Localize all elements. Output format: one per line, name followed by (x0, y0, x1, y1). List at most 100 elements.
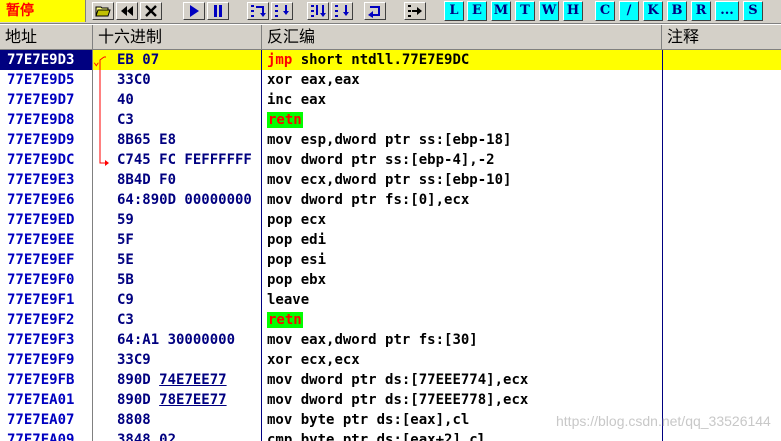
row-address[interactable]: 77E7E9EF (7, 250, 90, 270)
row-hex-bytes[interactable]: 5E (117, 250, 260, 270)
threads-window-button[interactable]: T (515, 1, 535, 21)
trace-into-button[interactable] (307, 2, 329, 20)
pause-button[interactable] (207, 2, 229, 20)
row-address[interactable]: 77E7E9ED (7, 210, 90, 230)
restart-button[interactable] (116, 2, 138, 20)
row-disassembly[interactable]: retn (267, 310, 662, 330)
row-comment[interactable] (667, 150, 777, 170)
row-address[interactable]: 77E7E9F0 (7, 270, 90, 290)
row-address[interactable]: 77E7E9D9 (7, 130, 90, 150)
row-hex-bytes[interactable]: 8B4D F0 (117, 170, 260, 190)
open-file-button[interactable] (92, 2, 114, 20)
row-address[interactable]: 77E7E9F3 (7, 330, 90, 350)
row-hex-bytes[interactable]: 64:890D 00000000 (117, 190, 260, 210)
disassembly-row[interactable]: 77E7EA09 3848 02 cmp byte ptr ds:[eax+2],c… (0, 430, 781, 441)
run-button[interactable] (183, 2, 205, 20)
row-disassembly[interactable]: pop esi (267, 250, 662, 270)
close-button[interactable] (140, 2, 162, 20)
row-disassembly[interactable]: mov dword ptr fs:[0],ecx (267, 190, 662, 210)
execute-till-return-button[interactable] (364, 2, 386, 20)
source-window-button[interactable]: S (743, 1, 763, 21)
row-disassembly[interactable]: mov esp,dword ptr ss:[ebp-18] (267, 130, 662, 150)
disassembly-row[interactable]: 77E7E9D8 C3 retn (0, 110, 781, 130)
row-comment[interactable] (667, 430, 777, 441)
disassembly-row[interactable]: 77E7E9DC C745 FC FEFFFFFF mov dword ptr ss… (0, 150, 781, 170)
disassembly-row[interactable]: 77E7E9ED 59 pop ecx (0, 210, 781, 230)
disassembly-row[interactable]: 77E7E9FB 890D 74E7EE77 mov dword ptr ds:[7… (0, 370, 781, 390)
row-address[interactable]: 77E7E9E3 (7, 170, 90, 190)
row-hex-bytes[interactable]: 33C9 (117, 350, 260, 370)
run-trace-window-button[interactable]: ... (715, 1, 739, 21)
disassembly-row[interactable]: 77E7E9D9 8B65 E8 mov esp,dword ptr ss:[ebp… (0, 130, 781, 150)
step-over-button[interactable] (271, 2, 293, 20)
disassembly-row[interactable]: 77E7E9F1 C9 leave (0, 290, 781, 310)
row-hex-bytes[interactable]: C3 (117, 110, 260, 130)
row-comment[interactable] (667, 290, 777, 310)
row-comment[interactable] (667, 130, 777, 150)
row-disassembly[interactable]: mov eax,dword ptr fs:[30] (267, 330, 662, 350)
disassembly-row[interactable]: 77E7E9EE 5F pop edi (0, 230, 781, 250)
row-comment[interactable] (667, 50, 777, 70)
row-disassembly[interactable]: leave (267, 290, 662, 310)
row-address[interactable]: 77E7E9D8 (7, 110, 90, 130)
row-address[interactable]: 77E7E9F9 (7, 350, 90, 370)
row-disassembly[interactable]: inc eax (267, 90, 662, 110)
cpu-window-button[interactable]: C (595, 1, 615, 21)
row-hex-bytes[interactable]: EB 07 (117, 50, 260, 70)
row-hex-bytes[interactable]: C745 FC FEFFFFFF (117, 150, 260, 170)
disassembly-row[interactable]: 77E7E9F3 64:A1 30000000 mov eax,dword ptr … (0, 330, 781, 350)
row-comment[interactable] (667, 250, 777, 270)
disassembly-row[interactable]: 77E7E9F0 5B pop ebx (0, 270, 781, 290)
row-disassembly[interactable]: mov dword ptr ds:[77EEE778],ecx (267, 390, 662, 410)
row-hex-bytes[interactable]: C9 (117, 290, 260, 310)
row-disassembly[interactable]: pop ecx (267, 210, 662, 230)
go-to-button[interactable] (404, 2, 426, 20)
row-comment[interactable] (667, 230, 777, 250)
row-hex-bytes[interactable]: C3 (117, 310, 260, 330)
row-disassembly[interactable]: retn (267, 110, 662, 130)
row-comment[interactable] (667, 110, 777, 130)
row-address[interactable]: 77E7E9F2 (7, 310, 90, 330)
row-comment[interactable] (667, 370, 777, 390)
row-disassembly[interactable]: mov dword ptr ss:[ebp-4],-2 (267, 150, 662, 170)
row-address[interactable]: 77E7E9EE (7, 230, 90, 250)
row-comment[interactable] (667, 70, 777, 90)
row-comment[interactable] (667, 270, 777, 290)
windows-window-button[interactable]: W (539, 1, 559, 21)
row-disassembly[interactable]: mov dword ptr ds:[77EEE774],ecx (267, 370, 662, 390)
modules-window-button[interactable]: E (467, 1, 487, 21)
disassembly-row[interactable]: 77E7E9F9 33C9 xor ecx,ecx (0, 350, 781, 370)
disassembly-row[interactable]: 77E7E9E6 64:890D 00000000 mov dword ptr fs… (0, 190, 781, 210)
row-comment[interactable] (667, 330, 777, 350)
references-window-button[interactable]: R (691, 1, 711, 21)
log-window-button[interactable]: L (444, 1, 464, 21)
disassembly-row[interactable]: 77E7E9F2 C3 retn (0, 310, 781, 330)
row-disassembly[interactable]: mov ecx,dword ptr ss:[ebp-10] (267, 170, 662, 190)
row-comment[interactable] (667, 190, 777, 210)
row-hex-bytes[interactable]: 33C0 (117, 70, 260, 90)
row-hex-bytes[interactable]: 59 (117, 210, 260, 230)
patches-window-button[interactable]: / (619, 1, 639, 21)
header-hex-dump[interactable]: 十六进制 (93, 25, 262, 49)
disassembly-row[interactable]: 77E7E9D5 33C0 xor eax,eax (0, 70, 781, 90)
row-comment[interactable] (667, 350, 777, 370)
row-comment[interactable] (667, 170, 777, 190)
row-disassembly[interactable]: cmp byte ptr ds:[eax+2],cl (267, 430, 662, 441)
row-comment[interactable] (667, 210, 777, 230)
row-disassembly[interactable]: xor eax,eax (267, 70, 662, 90)
disassembly-row[interactable]: 77E7E9EF 5E pop esi (0, 250, 781, 270)
disassembly-row[interactable]: 77E7E9E3 8B4D F0 mov ecx,dword ptr ss:[ebp… (0, 170, 781, 190)
row-address[interactable]: 77E7E9DC (7, 150, 90, 170)
row-hex-bytes[interactable]: 5F (117, 230, 260, 250)
row-hex-bytes[interactable]: 3848 02 (117, 430, 260, 441)
row-address[interactable]: 77E7EA07 (7, 410, 90, 430)
header-disassembly[interactable]: 反汇编 (262, 25, 662, 49)
memory-window-button[interactable]: M (491, 1, 511, 21)
row-hex-bytes[interactable]: 890D 74E7EE77 (117, 370, 260, 390)
row-address[interactable]: 77E7E9FB (7, 370, 90, 390)
step-into-button[interactable] (247, 2, 269, 20)
row-disassembly[interactable]: pop edi (267, 230, 662, 250)
row-hex-bytes[interactable]: 64:A1 30000000 (117, 330, 260, 350)
disassembly-row[interactable]: 77E7E9D7 40 inc eax (0, 90, 781, 110)
disassembly-row[interactable]: 77E7E9D3 EB 07 jmp short ntdll.77E7E9DC (0, 50, 781, 70)
